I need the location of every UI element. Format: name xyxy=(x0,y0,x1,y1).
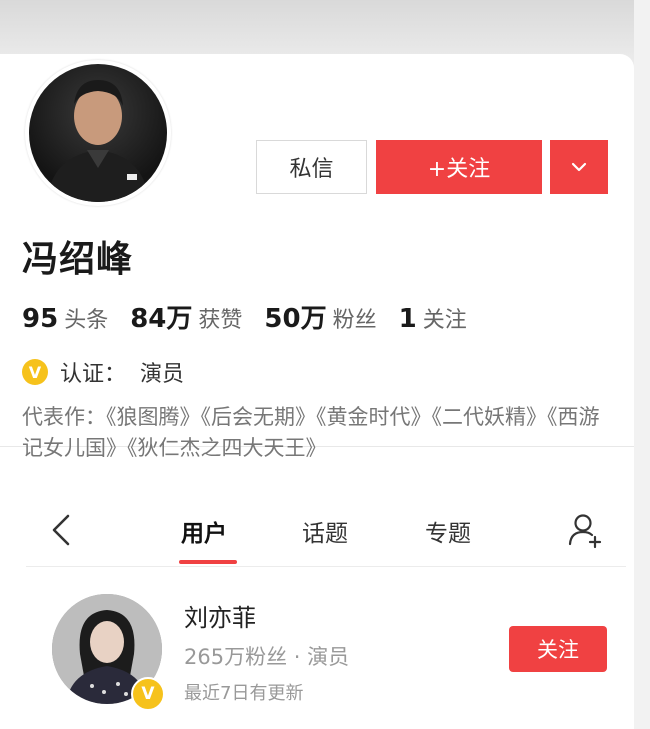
more-options-button[interactable] xyxy=(550,140,608,194)
stat-number: 84万 xyxy=(130,304,193,334)
stat-posts[interactable]: 95 头条 xyxy=(22,302,108,334)
result-user-update: 最近7日有更新 xyxy=(184,683,304,704)
representative-works: 代表作：《狼图腾》《后会无期》《黄金时代》《二代妖精》《西游记女儿国》《狄仁杰之… xyxy=(22,405,600,460)
stat-label: 获赞 xyxy=(198,308,243,333)
stat-number: 95 xyxy=(22,304,59,334)
chevron-down-icon xyxy=(571,162,587,172)
stat-label: 头条 xyxy=(64,308,109,333)
stat-label: 粉丝 xyxy=(332,308,377,333)
search-tabs: 用户 话题 专题 xyxy=(0,500,650,566)
stat-number: 50万 xyxy=(264,304,327,334)
tab-collections[interactable]: 专题 xyxy=(425,514,471,548)
add-user-icon xyxy=(568,514,602,549)
stat-number: 1 xyxy=(398,304,417,334)
result-user-name[interactable]: 刘亦菲 xyxy=(184,598,256,633)
side-edge xyxy=(634,0,650,729)
profile-stats: 95 头条 84万 获赞 50万 粉丝 1 关注 xyxy=(22,298,489,335)
message-button[interactable]: 私信 xyxy=(256,140,367,194)
result-follow-button[interactable]: 关注 xyxy=(509,626,607,672)
tab-users[interactable]: 用户 xyxy=(181,514,227,548)
active-tab-indicator xyxy=(179,560,237,564)
stat-label: 关注 xyxy=(422,308,467,333)
verified-badge-icon: V xyxy=(22,359,48,385)
profile-name: 冯绍峰 xyxy=(22,239,134,280)
tab-topics[interactable]: 话题 xyxy=(302,514,348,548)
divider xyxy=(26,566,626,567)
follow-button[interactable]: +关注 xyxy=(376,140,542,194)
stat-likes[interactable]: 84万 获赞 xyxy=(130,298,242,335)
result-user-meta: 265万粉丝 · 演员 xyxy=(184,645,350,669)
profile-avatar[interactable] xyxy=(25,60,171,206)
back-arrow-icon xyxy=(52,514,70,546)
verified-badge-icon: V xyxy=(131,677,165,711)
verification-info: V 认证： 演员 xyxy=(22,356,184,388)
verification-text: 认证： 演员 xyxy=(60,362,184,387)
profile-avatar-image xyxy=(29,64,167,202)
back-button[interactable] xyxy=(48,512,76,548)
profile-card: 私信 +关注 冯绍峰 95 头条 84万 获赞 50万 粉丝 1 关注 V 认证… xyxy=(0,54,634,460)
add-user-button[interactable] xyxy=(565,510,605,550)
person-silhouette-icon xyxy=(47,80,149,202)
stat-following[interactable]: 1 关注 xyxy=(399,302,467,334)
stat-followers[interactable]: 50万 粉丝 xyxy=(264,298,376,335)
